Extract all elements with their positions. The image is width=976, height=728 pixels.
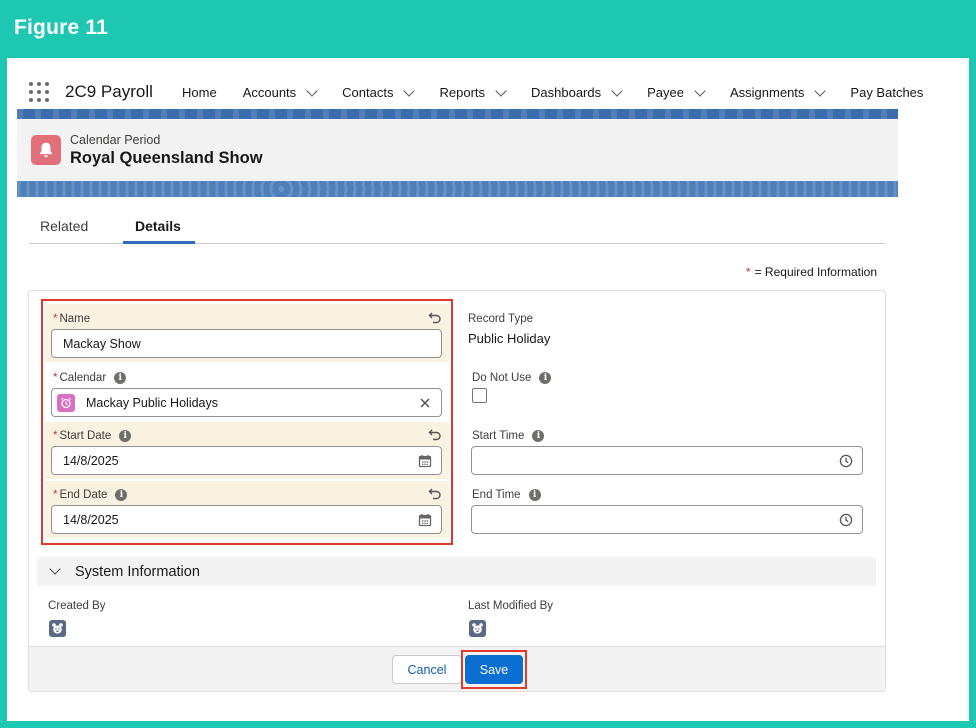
chevron-down-icon[interactable] [49,563,61,575]
nav-item-assignments[interactable]: Assignments [730,84,827,100]
record-type-field-label: Record Type [468,313,533,325]
chevron-down-icon[interactable] [694,84,706,97]
nav-item-accounts[interactable]: Accounts [243,84,318,100]
start-time-label: Start Time i [472,430,545,442]
record-type-value: Public Holiday [468,331,551,346]
user-avatar-icon[interactable] [469,620,486,637]
last-modified-by-label: Last Modified By [468,600,554,612]
figure-frame: Figure 11 2C9 Payroll Home Accounts Cont… [0,0,976,728]
chevron-down-icon[interactable] [495,84,507,97]
record-title: Royal Queensland Show [70,149,263,167]
record-type-label: Calendar Period [70,133,161,147]
chevron-down-icon[interactable] [611,84,623,97]
header-pattern-band [17,181,898,197]
bell-icon [31,135,61,165]
nav-item-reports[interactable]: Reports [439,84,507,100]
record-header: Calendar Period Royal Queensland Show [17,119,898,181]
app-name: 2C9 Payroll [65,82,153,101]
do-not-use-label: Do Not Use i [472,372,552,384]
nav-item-contacts[interactable]: Contacts [342,84,416,100]
nav-item-dashboards[interactable]: Dashboards [531,84,623,100]
cancel-button[interactable]: Cancel [392,655,462,684]
clock-icon[interactable] [839,454,853,468]
global-nav: 2C9 Payroll Home Accounts Contacts Repor… [7,58,969,110]
save-button[interactable]: Save [465,655,523,684]
tab-details[interactable]: Details [135,218,181,242]
nav-item-pay-batches[interactable]: Pay Batches [850,85,923,100]
annotation-highlight-fields [41,299,453,545]
screenshot-canvas: 2C9 Payroll Home Accounts Contacts Repor… [7,58,969,721]
system-information-section-header[interactable]: System Information [37,557,876,586]
header-pattern-band [17,109,898,119]
chevron-down-icon[interactable] [814,84,827,97]
info-icon[interactable]: i [539,372,552,384]
end-time-input[interactable] [471,505,863,534]
chevron-down-icon[interactable] [306,84,318,97]
figure-label: Figure 11 [14,16,109,39]
tab-related[interactable]: Related [40,218,88,234]
required-information-note: * = Required Information [745,265,877,279]
start-time-input[interactable] [471,446,863,475]
form-footer: Cancel Save [29,646,885,691]
nav-item-payee[interactable]: Payee [647,84,706,100]
end-time-label: End Time i [472,489,541,501]
chevron-down-icon[interactable] [403,84,416,97]
section-title: System Information [75,564,200,580]
info-icon[interactable]: i [532,430,545,442]
nav-item-home[interactable]: Home [182,85,217,100]
record-tabs: Related Details [29,218,885,244]
app-launcher-icon[interactable] [29,82,49,102]
created-by-label: Created By [48,600,106,612]
clock-icon[interactable] [839,513,853,527]
info-icon[interactable]: i [528,489,541,501]
do-not-use-checkbox[interactable] [472,388,487,403]
user-avatar-icon[interactable] [49,620,66,637]
nav-bar: Home Accounts Contacts Reports Dashboard… [182,84,949,100]
active-tab-indicator [123,241,195,244]
